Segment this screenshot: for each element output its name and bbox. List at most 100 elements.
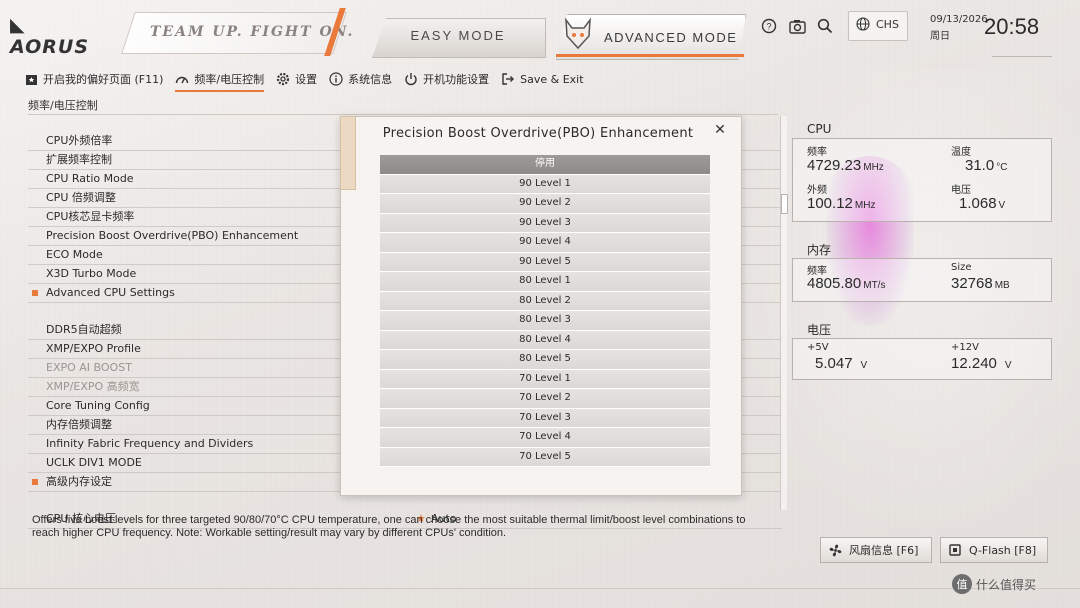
voltage-panel-title: 电压 (807, 323, 832, 337)
cpu-volt-label: 电压 (951, 185, 971, 196)
option-item[interactable]: 70 Level 2 (380, 389, 710, 409)
v5-label: +5V (807, 342, 829, 353)
info-icon (329, 72, 343, 86)
screenshot-button[interactable] (788, 17, 806, 35)
mem-freq-value: 4805.80 MT/s (807, 275, 885, 292)
search-button[interactable] (816, 17, 834, 35)
setting-label: CPU Ratio Mode (46, 172, 134, 185)
option-item[interactable]: 80 Level 5 (380, 350, 710, 370)
setting-label: DDR5自动超频 (46, 323, 122, 336)
nav-settings[interactable]: 设置 (276, 70, 317, 88)
setting-label: ECO Mode (46, 248, 103, 261)
qflash-button[interactable]: Q-Flash [F8] (940, 537, 1048, 563)
favorites-icon (24, 72, 38, 86)
dialog-side-tab (340, 116, 356, 190)
nav-system-info[interactable]: 系统信息 (329, 70, 392, 88)
v5-value: 5.047 V (815, 355, 867, 372)
nav-save-exit-label: Save & Exit (520, 72, 584, 86)
nav-freq-voltage-label: 频率/电压控制 (194, 73, 265, 86)
setting-label: XMP/EXPO Profile (46, 342, 141, 355)
cpu-panel-title: CPU (807, 122, 832, 136)
close-icon[interactable]: ✕ (712, 122, 728, 138)
cpu-freq-value: 4729.23 MHz (807, 157, 884, 174)
watermark-text: 什么值得买 (976, 577, 1037, 592)
nav-favorites[interactable]: 开启我的偏好页面 (F11) (24, 70, 163, 88)
option-item[interactable]: 90 Level 2 (380, 194, 710, 214)
setting-label: XMP/EXPO 高频宽 (46, 380, 140, 393)
cpu-temp-label: 温度 (951, 147, 971, 158)
memory-panel-title: 内存 (807, 243, 832, 257)
nav-system-info-label: 系统信息 (348, 73, 393, 86)
nav-boot[interactable]: 开机功能设置 (404, 70, 489, 88)
setting-label: 内存倍频调整 (46, 418, 112, 431)
time-display: 20:58 (984, 14, 1040, 39)
v12-unit: V (1004, 360, 1012, 371)
setting-label: CPU 倍频调整 (46, 191, 116, 204)
breadcrumb: 频率/电压控制 (28, 99, 98, 112)
easy-mode-label[interactable]: EASY MODE (372, 28, 544, 43)
scrollbar-track[interactable] (780, 116, 787, 510)
v5-number: 5.047 (815, 355, 853, 372)
option-item[interactable]: 80 Level 4 (380, 330, 710, 350)
mem-freq-unit: MT/s (863, 280, 886, 291)
option-item[interactable]: 70 Level 1 (380, 369, 710, 389)
voltage-panel: +5V 5.047 V +12V 12.240 V (792, 338, 1052, 380)
fan-info-button[interactable]: 风扇信息 [F6] (820, 537, 932, 563)
option-item[interactable]: 90 Level 1 (380, 174, 710, 194)
setting-label: UCLK DIV1 MODE (46, 456, 142, 469)
mem-freq-number: 4805.80 (807, 275, 862, 292)
advanced-mode-label[interactable]: ADVANCED MODE (604, 30, 737, 45)
mem-size-value: 32768 MB (951, 275, 1010, 292)
cpu-freq-label: 频率 (807, 147, 827, 158)
setting-label: EXPO AI BOOST (46, 361, 132, 374)
weekday-display: 周日 (930, 31, 950, 42)
watermark: 值 什么值得买 (952, 574, 1036, 594)
setting-label: X3D Turbo Mode (46, 267, 137, 280)
mem-size-number: 32768 (951, 275, 993, 292)
exit-icon (501, 72, 515, 86)
nav-favorites-label: 开启我的偏好页面 (F11) (43, 73, 164, 86)
cpu-panel: 频率 4729.23 MHz 温度 31.0 °C 外频 100.12 MHz 电压 … (792, 138, 1052, 222)
globe-icon (856, 17, 870, 31)
cpu-volt-number: 1.068 (959, 195, 997, 212)
cpu-temp-unit: °C (996, 162, 1008, 173)
option-item[interactable]: 80 Level 1 (380, 272, 710, 292)
option-item[interactable]: 90 Level 3 (380, 213, 710, 233)
option-item[interactable]: 80 Level 2 (380, 291, 710, 311)
setting-label: Core Tuning Config (46, 399, 150, 412)
v12-label: +12V (951, 342, 979, 353)
setting-label: 扩展频率控制 (46, 153, 112, 166)
option-item[interactable]: 70 Level 3 (380, 408, 710, 428)
setting-label: CPU外频倍率 (46, 134, 113, 147)
fan-icon (827, 542, 843, 558)
qflash-chip-icon (947, 542, 963, 558)
main-nav: 开启我的偏好页面 (F11) 频率/电压控制 设置 系统信息 开机功能设置 Sa… (24, 70, 596, 92)
nav-save-exit[interactable]: Save & Exit (501, 70, 584, 88)
option-item[interactable]: 70 Level 4 (380, 428, 710, 448)
top-decoration (992, 56, 1052, 61)
speedometer-icon (175, 72, 189, 86)
logo-text: AORUS (10, 36, 90, 58)
option-item[interactable]: 80 Level 3 (380, 311, 710, 331)
v5-unit: V (860, 360, 868, 371)
language-label[interactable]: CHS (876, 18, 899, 31)
nav-freq-voltage[interactable]: 频率/电压控制 (175, 70, 265, 92)
aorus-eagle-icon: ◣ (10, 14, 26, 36)
scrollbar-thumb[interactable] (781, 194, 788, 214)
option-item[interactable]: 70 Level 5 (380, 447, 710, 467)
submenu-label: 高级内存设定 (32, 473, 112, 491)
option-item-selected[interactable]: 停用 (380, 155, 710, 175)
help-text: Offers five boost levels for three targe… (32, 514, 746, 539)
memory-panel: 频率 4805.80 MT/s Size 32768 MB (792, 258, 1052, 302)
q-button-icon[interactable]: ? (760, 17, 778, 35)
fox-mascot-icon (565, 17, 591, 50)
cpu-temp-number: 31.0 (965, 157, 995, 174)
setting-label: Precision Boost Overdrive(PBO) Enhanceme… (46, 229, 299, 242)
option-item[interactable]: 90 Level 4 (380, 233, 710, 253)
option-item[interactable]: 90 Level 5 (380, 252, 710, 272)
watermark-logo-icon: 值 (952, 574, 972, 594)
cpu-freq-unit: MHz (863, 162, 884, 173)
search-icon (817, 18, 833, 34)
v12-number: 12.240 (951, 355, 997, 372)
slogan-text: TEAM UP. FIGHT ON. (150, 24, 355, 40)
